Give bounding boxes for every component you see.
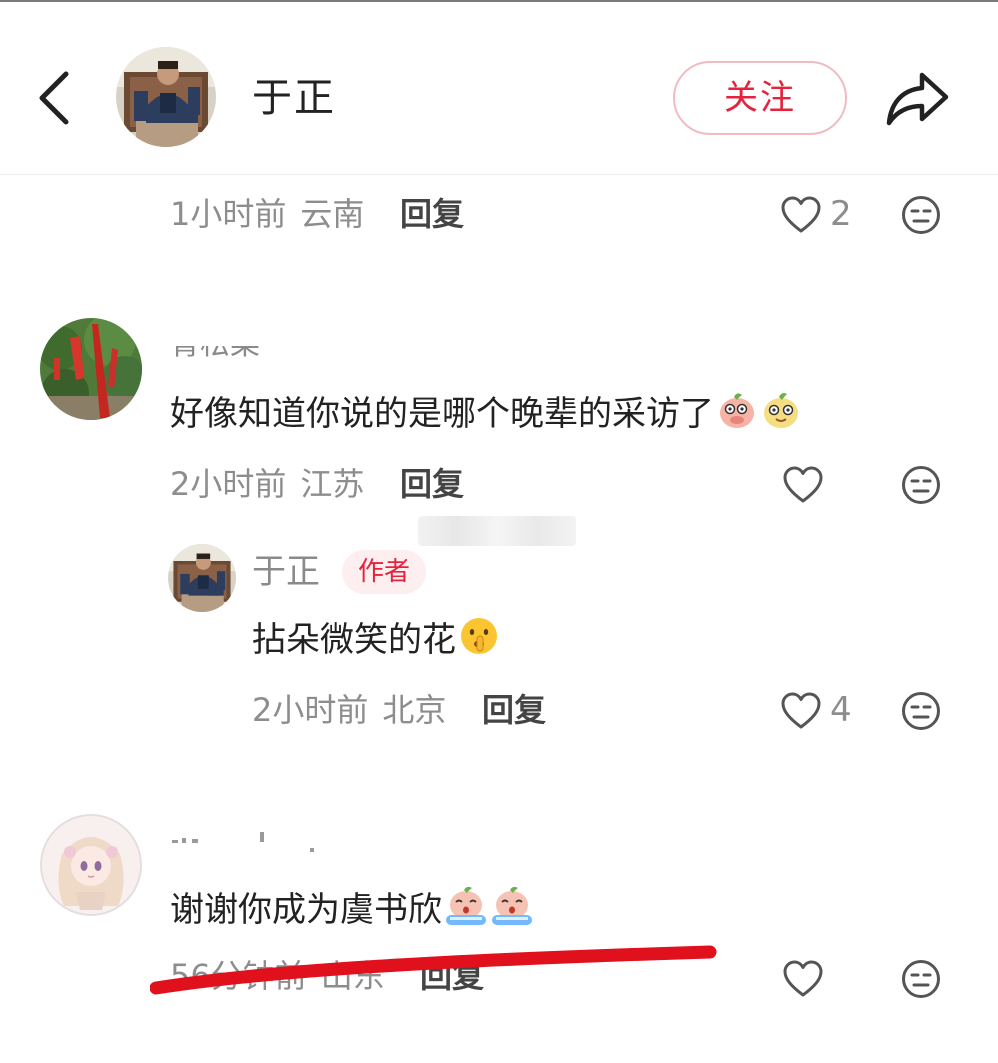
share-button[interactable] [884,70,950,128]
reply-meta: 2小时前 北京 [252,688,446,732]
neutral-face-icon [902,466,940,504]
redacted-area [418,516,576,546]
heart-outline-icon [781,196,821,233]
pear-smile-emoji-icon [760,389,802,443]
comment-time: 56分钟前 [170,957,307,995]
dislike-button[interactable] [900,690,942,732]
reply-button[interactable]: 回复 [400,462,464,506]
author-avatar[interactable] [116,47,216,147]
like-button[interactable] [782,465,824,505]
comment-location: 云南 [300,195,365,233]
comment-content: 好像知道你说的是哪个晚辈的采访了 [170,389,802,443]
comment-meta: 2小时前 江苏 [170,462,364,506]
comment-text: 好像知道你说的是哪个晚辈的采访了 [170,394,714,434]
comment-location: 江苏 [300,465,365,503]
crying-peach-emoji-icon [490,885,534,939]
commenter-avatar[interactable] [40,318,142,420]
reply-username[interactable]: 于正 [252,550,320,594]
peach-cover-mouth-emoji-icon [716,389,758,443]
reply-button[interactable]: 回复 [482,688,546,732]
author-badge: 作者 [342,550,427,594]
dislike-button[interactable] [900,958,942,1000]
comment-text: 谢谢你成为虞书欣 [170,890,442,930]
reply-content: 拈朵微笑的花 [252,615,500,669]
follow-button[interactable]: 关注 [673,61,847,135]
dislike-button[interactable] [900,194,942,236]
commenter-name[interactable] [170,824,320,854]
back-button[interactable] [32,68,80,128]
comment-location: 山东 [320,957,385,995]
author-name[interactable]: 于正 [252,72,336,124]
commenter-avatar[interactable] [40,814,142,916]
heart-outline-icon [783,466,823,503]
neutral-face-icon [902,196,940,234]
comment-meta: 56分钟前 山东 [170,954,385,998]
reply-button[interactable]: 回复 [400,192,464,236]
comment-meta: 1小时前 云南 [170,192,364,236]
reply-button[interactable]: 回复 [420,954,484,998]
commenter-name[interactable]: 青松菜 [170,346,310,362]
like-button[interactable] [780,195,822,235]
neutral-face-icon [902,692,940,730]
comment-content: 谢谢你成为虞书欣 [170,885,534,939]
share-arrow-icon [886,72,949,126]
crying-peach-emoji-icon [444,885,488,939]
reply-location: 北京 [382,691,447,729]
like-button[interactable] [780,691,822,731]
shushing-face-emoji-icon [458,615,500,669]
comment-time: 1小时前 [170,195,287,233]
page-header: 于正 关注 [0,2,998,175]
heart-outline-icon [783,960,823,997]
reply-text: 拈朵微笑的花 [252,620,456,660]
neutral-face-icon [902,960,940,998]
dislike-button[interactable] [900,464,942,506]
like-button[interactable] [782,959,824,999]
chevron-left-icon [39,71,69,125]
reply-avatar[interactable] [168,544,236,612]
like-count: 2 [830,194,852,234]
comment-time: 2小时前 [170,465,287,503]
like-count: 4 [830,690,852,730]
heart-outline-icon [781,692,821,729]
reply-time: 2小时前 [252,691,369,729]
